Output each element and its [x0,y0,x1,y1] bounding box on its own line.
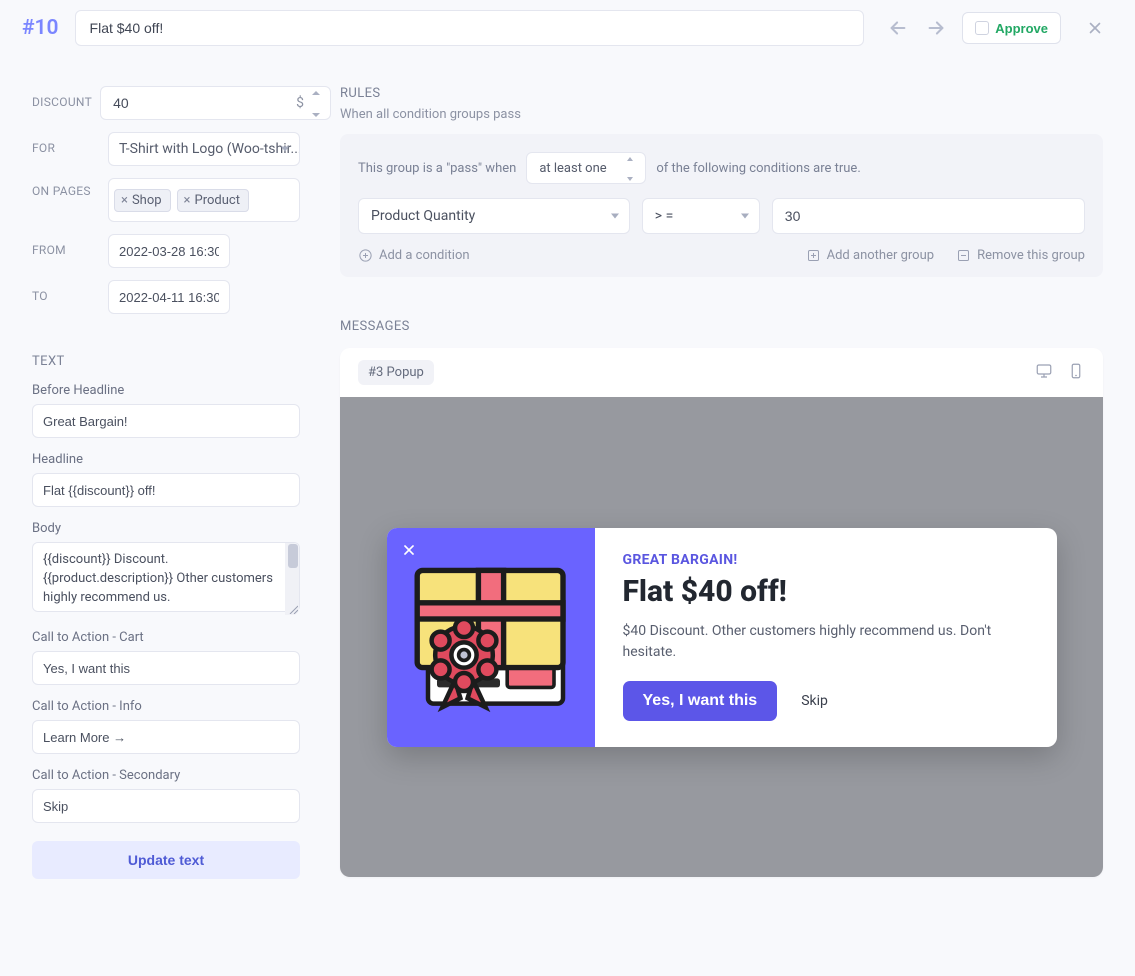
stepper-icon[interactable] [627,157,639,181]
remove-tag-icon[interactable]: × [184,193,191,208]
add-condition-button[interactable]: Add a condition [358,248,470,263]
on-pages-tags[interactable]: × Shop × Product [108,178,300,222]
discount-label: DISCOUNT [32,95,92,111]
for-label: FOR [32,141,100,157]
message-badge: #3 Popup [358,360,434,385]
prev-button[interactable] [884,14,912,42]
pass-mode-select[interactable]: at least one [526,152,646,184]
cta-secondary-label: Call to Action - Secondary [32,768,300,783]
cta-info-label: Call to Action - Info [32,699,300,714]
cta-info-input[interactable] [32,720,300,754]
resize-grip-icon[interactable] [288,604,298,614]
checkbox-icon [975,21,989,35]
popup-skip-link[interactable]: Skip [801,693,828,709]
text-section-label: TEXT [32,354,300,369]
for-select[interactable]: T-Shirt with Logo (Woo-tshir... [108,132,300,166]
popup-content: GREAT BARGAIN! Flat $40 off! $40 Discoun… [595,528,1057,747]
message-card: #3 Popup [340,348,1103,877]
from-date-input[interactable] [108,234,230,268]
remove-tag-icon[interactable]: × [121,193,128,208]
plus-square-icon [806,248,821,263]
scrollbar-thumb[interactable] [288,544,298,568]
condition-value-input[interactable] [772,198,1085,234]
add-group-label: Add another group [827,248,934,263]
cta-cart-input[interactable] [32,651,300,685]
discount-amount-input[interactable]: $ [100,86,331,120]
headline-label: Headline [32,452,300,467]
popup-cta-button[interactable]: Yes, I want this [623,681,778,721]
popup-close-icon[interactable] [401,542,417,562]
remove-group-button[interactable]: Remove this group [956,248,1085,263]
popup-body-text: $40 Discount. Other customers highly rec… [623,621,1029,663]
headline-input[interactable] [32,473,300,507]
to-label: TO [32,289,100,305]
pass-mode-value: at least one [539,161,606,176]
tag-product-label: Product [195,193,240,208]
from-label: FROM [32,243,100,259]
pass-suffix-text: of the following conditions are true. [656,161,860,176]
preview-stage: GREAT BARGAIN! Flat $40 off! $40 Discoun… [340,397,1103,877]
condition-row: Product Quantity > = [358,198,1085,234]
discount-unit: $ [296,95,304,111]
mobile-preview-icon[interactable] [1067,362,1085,384]
condition-operator-select[interactable]: > = [642,198,760,234]
chevron-down-icon [281,147,289,152]
before-headline-label: Before Headline [32,383,300,398]
tag-shop-label: Shop [132,193,162,208]
gift-icon [401,552,581,722]
minus-square-icon [956,248,971,263]
add-group-button[interactable]: Add another group [806,248,934,263]
rules-section-label: RULES [340,86,1103,101]
popup-overline: GREAT BARGAIN! [623,552,1029,568]
on-pages-label: ON PAGES [32,178,100,200]
popup-headline: Flat $40 off! [623,574,1029,609]
tag-product[interactable]: × Product [177,189,249,212]
messages-section-label: MESSAGES [340,319,1103,334]
chevron-down-icon [741,214,749,219]
desktop-preview-icon[interactable] [1035,362,1053,384]
remove-group-label: Remove this group [977,248,1085,263]
cta-cart-label: Call to Action - Cart [32,630,300,645]
condition-operator-value: > = [655,208,673,224]
add-condition-label: Add a condition [379,248,470,263]
condition-field-value: Product Quantity [371,208,475,224]
approve-label: Approve [995,21,1048,36]
rules-subtitle: When all condition groups pass [340,107,1103,122]
for-select-value: T-Shirt with Logo (Woo-tshir... [119,141,300,157]
popup-preview: GREAT BARGAIN! Flat $40 off! $40 Discoun… [387,528,1057,747]
condition-field-select[interactable]: Product Quantity [358,198,630,234]
tag-shop[interactable]: × Shop [114,189,171,212]
update-text-button[interactable]: Update text [32,841,300,879]
close-button[interactable] [1081,14,1109,42]
cta-secondary-input[interactable] [32,789,300,823]
body-label: Body [32,521,300,536]
popup-image-panel [387,528,595,747]
body-textarea[interactable] [32,542,300,612]
pass-prefix-text: This group is a "pass" when [358,161,516,176]
approve-button[interactable]: Approve [962,12,1061,44]
chevron-down-icon [611,214,619,219]
to-date-input[interactable] [108,280,230,314]
title-input[interactable] [75,10,865,46]
stepper-icon[interactable] [312,91,324,117]
discount-amount-value[interactable] [111,94,296,112]
plus-circle-icon [358,248,373,263]
before-headline-input[interactable] [32,404,300,438]
record-id: #10 [18,16,63,40]
rule-group: This group is a "pass" when at least one… [340,134,1103,277]
next-button[interactable] [922,14,950,42]
